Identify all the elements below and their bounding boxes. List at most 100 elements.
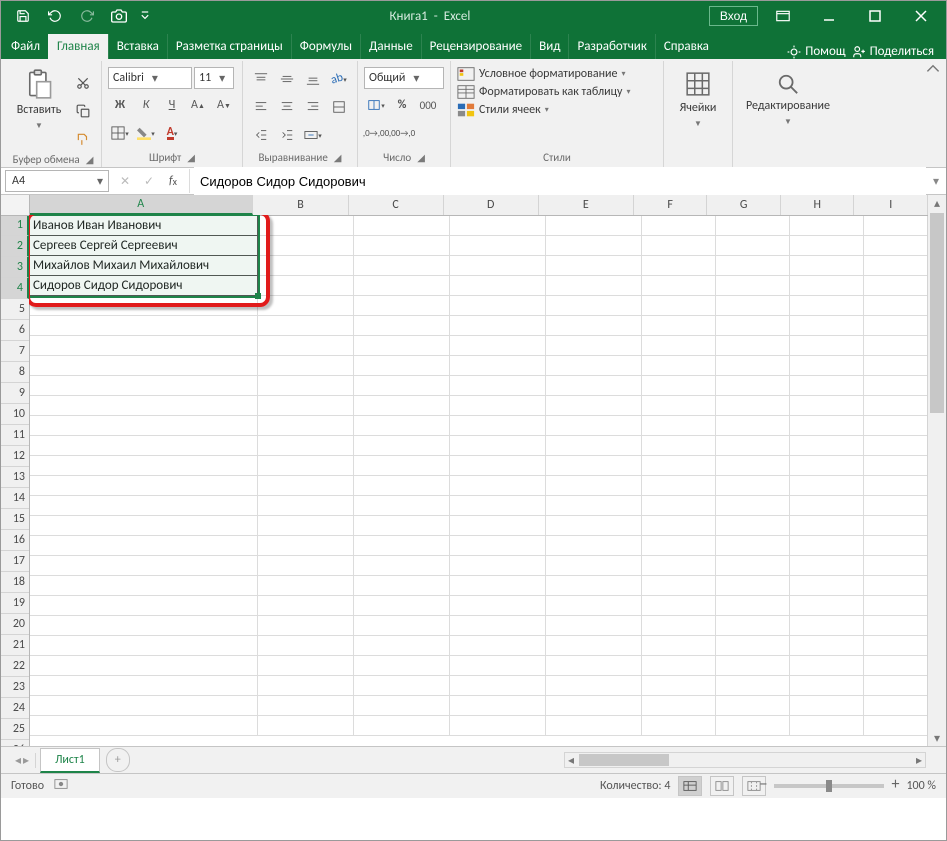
cell-B26[interactable] bbox=[258, 716, 354, 736]
align-left-icon[interactable] bbox=[249, 95, 273, 119]
align-center-icon[interactable] bbox=[275, 95, 299, 119]
cell-D24[interactable] bbox=[450, 676, 546, 696]
row-header-26[interactable]: 26 bbox=[1, 740, 29, 746]
cell-C16[interactable] bbox=[354, 516, 450, 536]
cell-D14[interactable] bbox=[450, 476, 546, 496]
tab-data[interactable]: Данные bbox=[360, 34, 421, 59]
cell-F12[interactable] bbox=[642, 436, 716, 456]
cell-I23[interactable] bbox=[864, 656, 929, 676]
maximize-button[interactable] bbox=[854, 1, 896, 31]
cell-D20[interactable] bbox=[450, 596, 546, 616]
cell-A8[interactable] bbox=[30, 356, 258, 376]
cell-E9[interactable] bbox=[546, 376, 642, 396]
cell-C17[interactable] bbox=[354, 536, 450, 556]
cell-E6[interactable] bbox=[546, 316, 642, 336]
cell-H8[interactable] bbox=[790, 356, 864, 376]
cell-A6[interactable] bbox=[30, 316, 258, 336]
cell-I1[interactable] bbox=[864, 216, 929, 236]
cell-D16[interactable] bbox=[450, 516, 546, 536]
cell-B13[interactable] bbox=[258, 456, 354, 476]
cell-F7[interactable] bbox=[642, 336, 716, 356]
cell-A25[interactable] bbox=[30, 696, 258, 716]
collapse-ribbon-icon[interactable] bbox=[924, 61, 942, 167]
cell-F24[interactable] bbox=[642, 676, 716, 696]
cell-I21[interactable] bbox=[864, 616, 929, 636]
cell-G5[interactable] bbox=[716, 296, 790, 316]
cell-H18[interactable] bbox=[790, 556, 864, 576]
cell-D19[interactable] bbox=[450, 576, 546, 596]
cell-C18[interactable] bbox=[354, 556, 450, 576]
cell-A7[interactable] bbox=[30, 336, 258, 356]
cell-E11[interactable] bbox=[546, 416, 642, 436]
cell-A20[interactable] bbox=[30, 596, 258, 616]
cell-I17[interactable] bbox=[864, 536, 929, 556]
cell-E2[interactable] bbox=[546, 236, 642, 256]
cell-G15[interactable] bbox=[716, 496, 790, 516]
scroll-up-icon[interactable]: ▴ bbox=[928, 195, 946, 211]
cell-H14[interactable] bbox=[790, 476, 864, 496]
cell-G2[interactable] bbox=[716, 236, 790, 256]
cell-C14[interactable] bbox=[354, 476, 450, 496]
cell-E15[interactable] bbox=[546, 496, 642, 516]
column-header-D[interactable]: D bbox=[444, 195, 539, 215]
select-all-corner[interactable] bbox=[1, 195, 30, 216]
cell-D6[interactable] bbox=[450, 316, 546, 336]
comma-format-icon[interactable]: 000 bbox=[416, 93, 440, 117]
cell-D10[interactable] bbox=[450, 396, 546, 416]
cell-A2[interactable]: Сергеев Сергей Сергеевич bbox=[30, 236, 258, 256]
column-header-G[interactable]: G bbox=[707, 195, 781, 215]
cell-E24[interactable] bbox=[546, 676, 642, 696]
cell-F19[interactable] bbox=[642, 576, 716, 596]
cell-C21[interactable] bbox=[354, 616, 450, 636]
save-icon[interactable] bbox=[11, 4, 35, 28]
cell-C4[interactable] bbox=[354, 276, 450, 296]
cell-C9[interactable] bbox=[354, 376, 450, 396]
cell-I8[interactable] bbox=[864, 356, 929, 376]
cell-D3[interactable] bbox=[450, 256, 546, 276]
cell-A1[interactable]: Иванов Иван Иванович bbox=[30, 216, 258, 236]
cell-C13[interactable] bbox=[354, 456, 450, 476]
cell-A10[interactable] bbox=[30, 396, 258, 416]
vscroll-thumb[interactable] bbox=[930, 213, 944, 413]
cell-H21[interactable] bbox=[790, 616, 864, 636]
row-header-13[interactable]: 13 bbox=[1, 467, 29, 488]
cell-I26[interactable] bbox=[864, 716, 929, 736]
cell-D1[interactable] bbox=[450, 216, 546, 236]
cell-C23[interactable] bbox=[354, 656, 450, 676]
cell-C15[interactable] bbox=[354, 496, 450, 516]
cell-F21[interactable] bbox=[642, 616, 716, 636]
orientation-icon[interactable]: ab▾ bbox=[327, 67, 351, 91]
cell-G4[interactable] bbox=[716, 276, 790, 296]
camera-icon[interactable] bbox=[107, 4, 131, 28]
cell-A3[interactable]: Михайлов Михаил Михайлович bbox=[30, 256, 258, 276]
cell-F13[interactable] bbox=[642, 456, 716, 476]
column-headers[interactable]: ABCDEFGHI bbox=[29, 195, 928, 216]
cell-B12[interactable] bbox=[258, 436, 354, 456]
insert-function-icon[interactable]: fx bbox=[161, 169, 185, 193]
cell-B11[interactable] bbox=[258, 416, 354, 436]
cell-C5[interactable] bbox=[354, 296, 450, 316]
row-header-9[interactable]: 9 bbox=[1, 383, 29, 404]
minimize-button[interactable] bbox=[808, 1, 850, 31]
copy-icon[interactable] bbox=[71, 99, 95, 123]
cell-F25[interactable] bbox=[642, 696, 716, 716]
cell-D4[interactable] bbox=[450, 276, 546, 296]
cell-G14[interactable] bbox=[716, 476, 790, 496]
cell-D15[interactable] bbox=[450, 496, 546, 516]
row-header-1[interactable]: 1 bbox=[1, 215, 29, 236]
cell-D13[interactable] bbox=[450, 456, 546, 476]
undo-icon[interactable] bbox=[43, 4, 67, 28]
increase-decimal-icon[interactable]: ,0→,00 bbox=[364, 121, 388, 145]
tab-developer[interactable]: Разработчик bbox=[568, 34, 654, 59]
merge-icon[interactable]: ▾ bbox=[301, 123, 325, 147]
cells-grid[interactable]: Иванов Иван ИвановичСергеев Сергей Серге… bbox=[29, 215, 928, 746]
column-header-A[interactable]: A bbox=[29, 195, 253, 215]
cell-C22[interactable] bbox=[354, 636, 450, 656]
column-header-B[interactable]: B bbox=[253, 195, 348, 215]
number-dialog-launcher[interactable]: ◢ bbox=[417, 151, 425, 164]
cell-F23[interactable] bbox=[642, 656, 716, 676]
cell-I5[interactable] bbox=[864, 296, 929, 316]
cell-H11[interactable] bbox=[790, 416, 864, 436]
qat-customize-icon[interactable] bbox=[139, 4, 151, 28]
zoom-out-button[interactable]: − bbox=[756, 777, 770, 791]
